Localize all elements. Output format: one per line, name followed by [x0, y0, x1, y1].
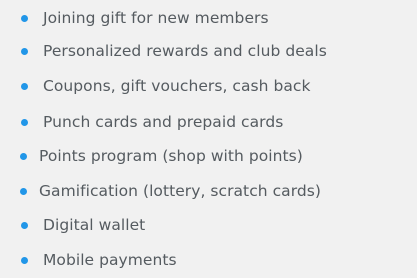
bullet-dot-icon — [21, 47, 28, 55]
bullet-dot-icon — [21, 256, 28, 264]
list-item-points-program: Points program (shop with points) — [20, 145, 303, 167]
list-item-label: Personalized rewards and club deals — [43, 42, 327, 60]
bullet-dot-icon — [20, 187, 27, 195]
bullet-dot-icon — [21, 221, 28, 229]
list-item-label: Points program (shop with points) — [39, 147, 303, 165]
bullet-dot-icon — [20, 152, 27, 160]
bullet-dot-icon — [21, 82, 28, 90]
list-item-coupons: Coupons, gift vouchers, cash back — [21, 75, 311, 97]
list-item-gamification: Gamification (lottery, scratch cards) — [20, 180, 321, 202]
list-item-joining-gift: Joining gift for new members — [21, 7, 269, 29]
list-item-label: Digital wallet — [43, 216, 146, 234]
list-item-label: Gamification (lottery, scratch cards) — [39, 182, 321, 200]
list-item-mobile-payments: Mobile payments — [21, 249, 177, 271]
bullet-dot-icon — [21, 118, 28, 126]
list-item-label: Punch cards and prepaid cards — [43, 113, 284, 131]
list-item-label: Coupons, gift vouchers, cash back — [43, 77, 311, 95]
list-item-digital-wallet: Digital wallet — [21, 214, 146, 236]
list-item-label: Mobile payments — [43, 251, 177, 269]
list-item-personalized-rewards: Personalized rewards and club deals — [21, 40, 327, 62]
list-item-label: Joining gift for new members — [43, 9, 269, 27]
feature-list-page: { "features": { "bullet_color": "#2196e8… — [0, 0, 417, 278]
list-item-punch-cards: Punch cards and prepaid cards — [21, 111, 284, 133]
bullet-dot-icon — [21, 14, 28, 22]
